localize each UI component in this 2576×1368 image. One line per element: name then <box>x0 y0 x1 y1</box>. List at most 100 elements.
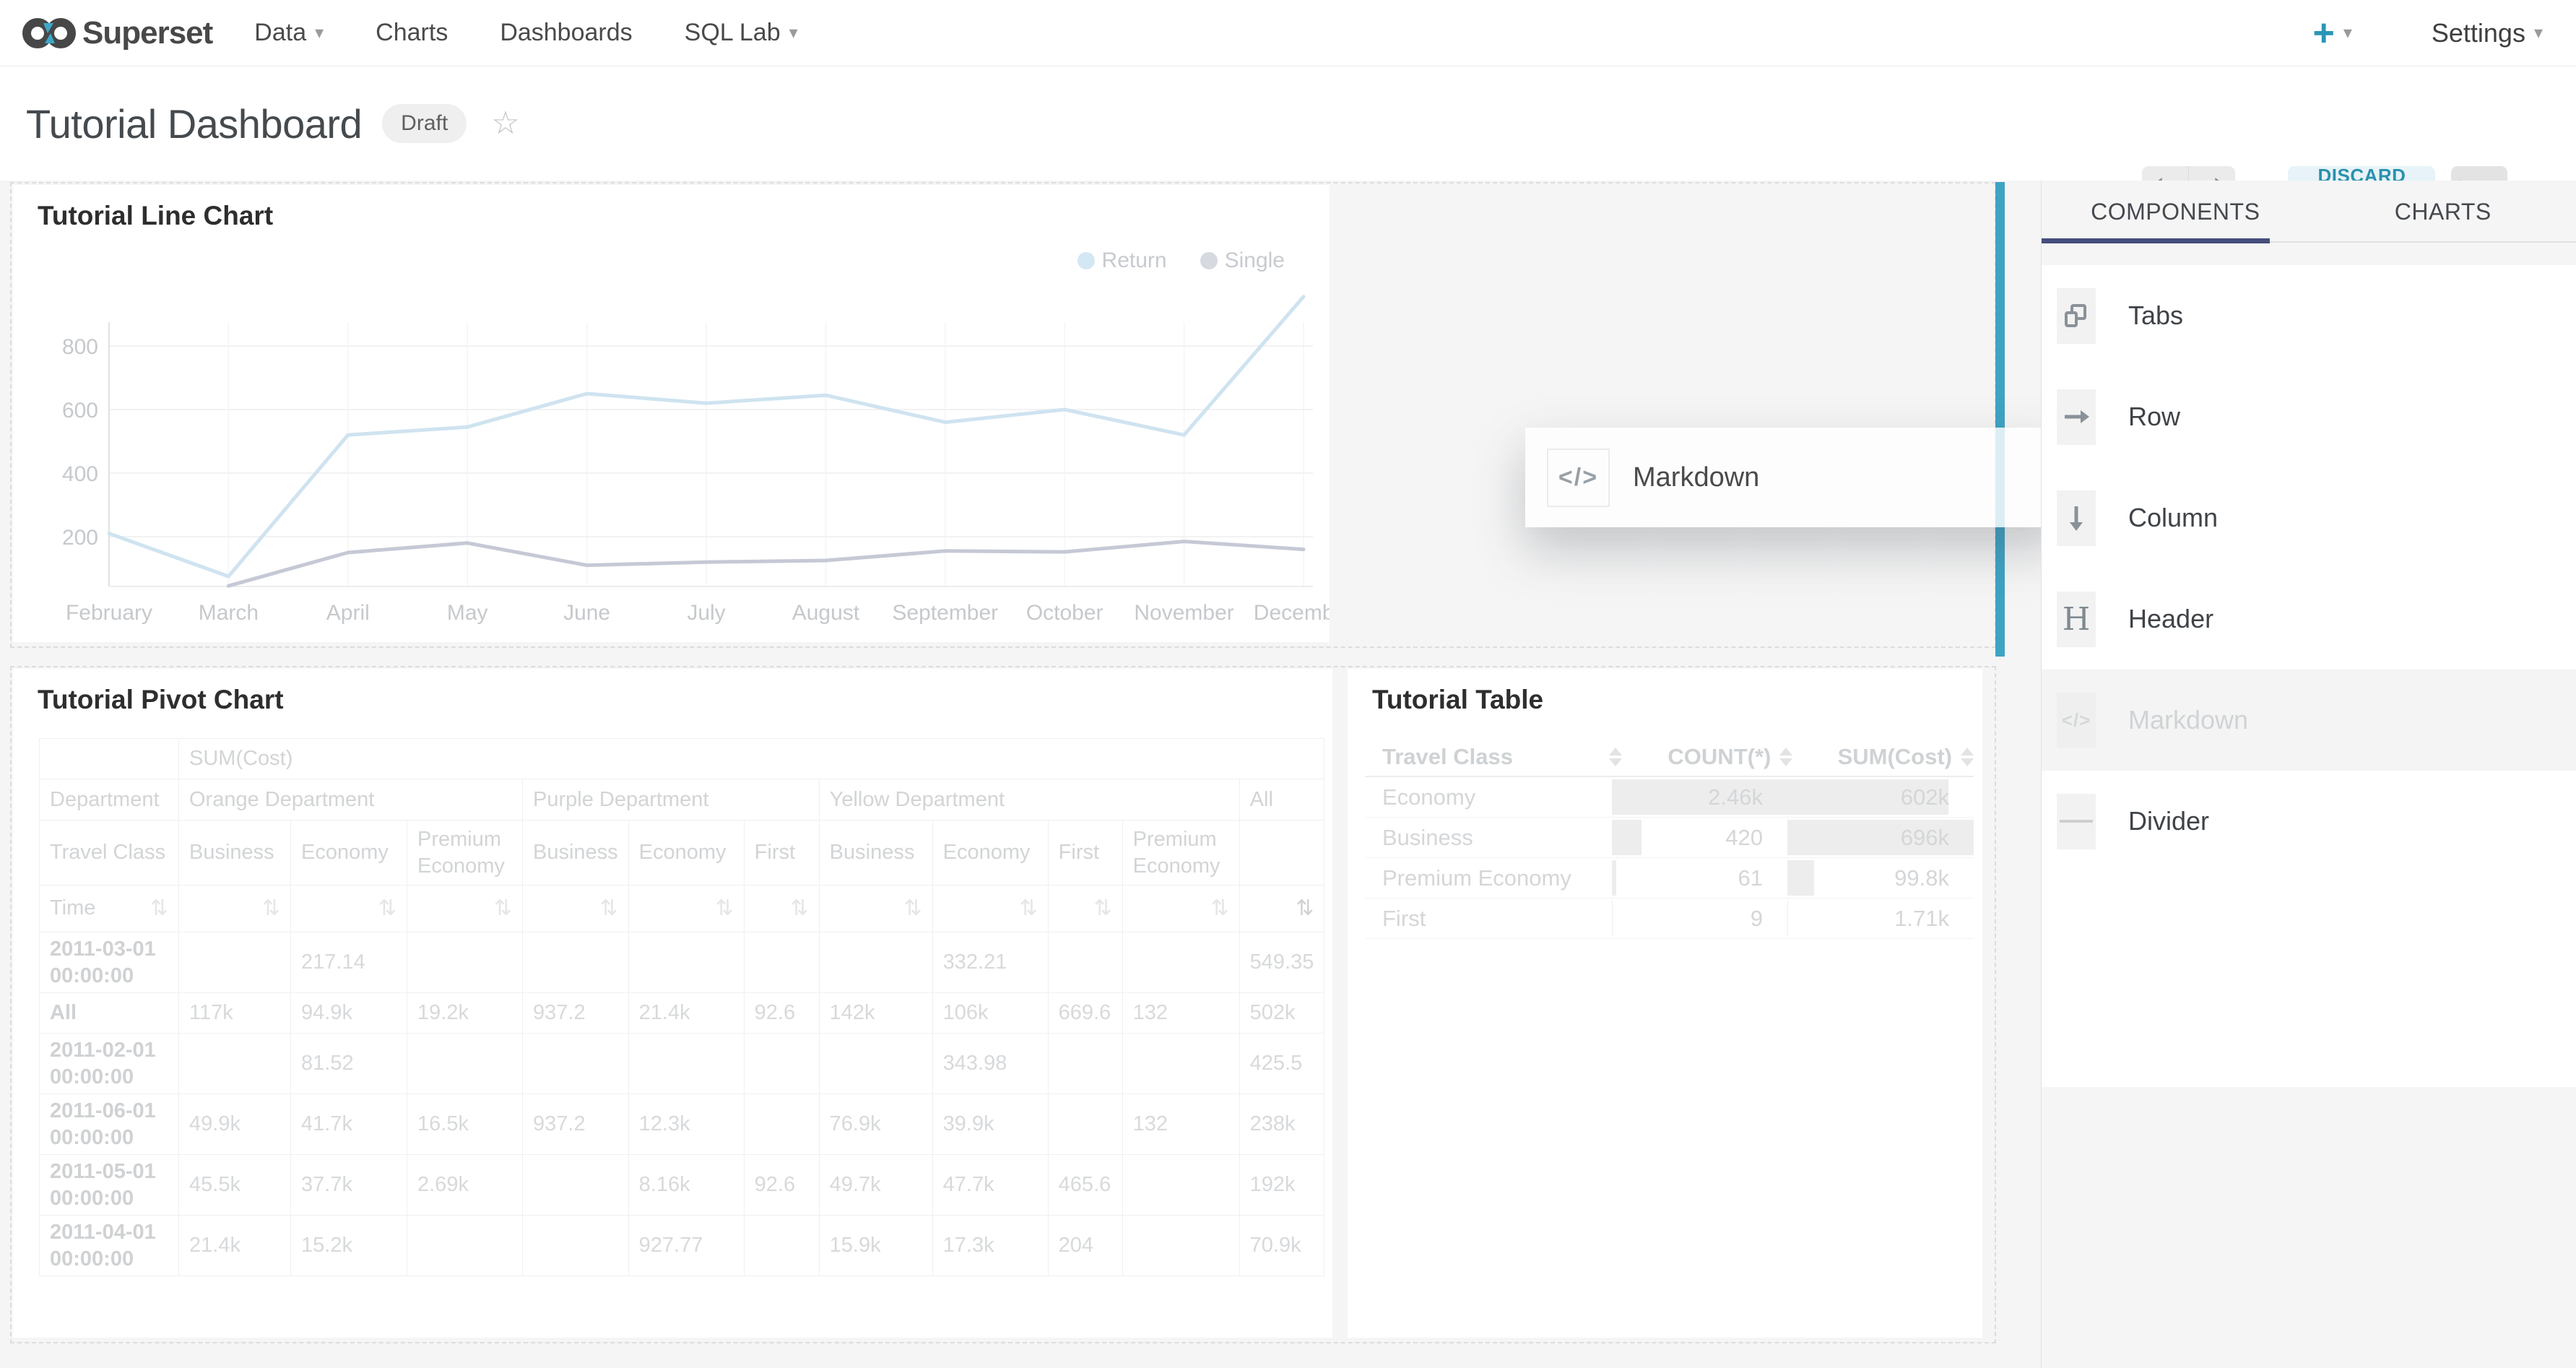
pivot-corner-label: Department <box>40 779 179 821</box>
sort-icon <box>1609 748 1622 766</box>
superset-logo[interactable]: Superset <box>22 14 212 52</box>
pivot-sort-cell[interactable]: ⇅ <box>932 886 1048 932</box>
pivot-travel-col: Economy <box>932 821 1048 886</box>
nav-item-label: SQL Lab <box>685 19 781 47</box>
pivot-sort-cell[interactable]: ⇅ <box>407 886 523 932</box>
pivot-value-cell: 502k <box>1239 993 1324 1034</box>
pivot-row: 2011-06-01 00:00:0049.9k41.7k16.5k937.21… <box>40 1094 1324 1155</box>
pivot-sort-cell[interactable]: ⇅ <box>523 886 629 932</box>
sort-icon[interactable]: ⇅ <box>791 895 809 922</box>
sort-icon[interactable]: ⇅ <box>262 895 280 922</box>
pivot-value-cell: 117k <box>179 993 291 1034</box>
cell-count: 61 <box>1612 858 1763 898</box>
dashboard-header: Tutorial Dashboard Draft ☆ DISCARD CHANG… <box>0 66 2576 181</box>
nav-item-data[interactable]: Data▾ <box>254 19 324 47</box>
column-header-sum-cost-[interactable]: SUM(Cost) <box>1792 744 1974 770</box>
cell-travel-class: Business <box>1365 818 1612 857</box>
pivot-sort-cell[interactable]: ⇅ <box>744 886 819 932</box>
pivot-value-cell <box>523 1155 629 1216</box>
pivot-sort-cell[interactable]: ⇅ <box>1122 886 1239 932</box>
table-chart-panel[interactable]: Tutorial Table Travel ClassCOUNT(*)SUM(C… <box>1348 669 1982 1338</box>
svg-text:June: June <box>563 601 610 625</box>
sort-icon[interactable]: ⇅ <box>600 895 618 922</box>
column-header-travel-class[interactable]: Travel Class <box>1365 744 1622 770</box>
column-header-label: Travel Class <box>1382 744 1513 770</box>
markdown-drag-ghost[interactable]: </> Markdown <box>1525 428 2063 527</box>
pivot-travel-col: Economy <box>628 821 744 886</box>
table-row[interactable]: Premium Economy6199.8k <box>1365 858 1974 899</box>
sort-icon[interactable]: ⇅ <box>378 895 396 922</box>
active-tab-underline <box>2042 238 2270 243</box>
pivot-sort-cell[interactable]: ⇅ <box>628 886 744 932</box>
pivot-sort-cell[interactable]: ⇅ <box>179 886 291 932</box>
line-chart-panel[interactable]: Tutorial Line Chart ReturnSingle 2004006… <box>13 185 1330 642</box>
pivot-sort-cell[interactable]: ⇅ <box>1048 886 1122 932</box>
svg-text:400: 400 <box>62 462 98 486</box>
legend-item-single[interactable]: Single <box>1200 248 1285 273</box>
sidebar-item-header[interactable]: HHeader <box>2042 568 2576 670</box>
tab-charts[interactable]: CHARTS <box>2310 181 2576 243</box>
sidebar-item-row[interactable]: Row <box>2042 366 2576 467</box>
chevron-down-icon: ▾ <box>315 22 324 43</box>
pivot-sort-cell[interactable]: ⇅ <box>1239 886 1324 932</box>
pivot-row-label: 2011-03-01 00:00:00 <box>40 932 179 993</box>
favorite-star-icon[interactable]: ☆ <box>491 108 519 139</box>
nav-item-charts[interactable]: Charts <box>376 19 448 47</box>
pivot-value-cell: 465.6 <box>1048 1155 1122 1216</box>
column-header-count-[interactable]: COUNT(*) <box>1622 744 1792 770</box>
pivot-value-cell: 669.6 <box>1048 993 1122 1034</box>
sort-icon <box>1961 748 1974 766</box>
sort-icon[interactable]: ⇅ <box>1296 895 1314 922</box>
sidebar-item-column[interactable]: Column <box>2042 467 2576 568</box>
pivot-chart-panel[interactable]: Tutorial Pivot Chart SUM(Cost)Department… <box>13 669 1332 1338</box>
pivot-value-cell <box>1122 1034 1239 1094</box>
tab-components[interactable]: COMPONENTS <box>2042 181 2310 243</box>
pivot-sort-cell[interactable]: ⇅ <box>819 886 932 932</box>
pivot-dept-group: Purple Department <box>523 779 820 821</box>
table-row[interactable]: First91.71k <box>1365 899 1974 939</box>
nav-item-sql-lab[interactable]: SQL Lab▾ <box>685 19 798 47</box>
pivot-value-cell: 332.21 <box>932 932 1048 993</box>
sidebar-item-label: Row <box>2128 402 2180 432</box>
sort-icon[interactable]: ⇅ <box>150 895 168 922</box>
chart-legend: Return Single <box>1044 248 1285 273</box>
nav-item-dashboards[interactable]: Dashboards <box>500 19 632 47</box>
sort-icon[interactable]: ⇅ <box>494 895 512 922</box>
pivot-value-cell: 927.77 <box>628 1216 744 1276</box>
sidebar-item-markdown[interactable]: </>Markdown <box>2042 670 2576 771</box>
superset-infinity-icon <box>22 14 77 52</box>
new-item-button[interactable]: + ▾ <box>2312 14 2351 52</box>
pivot-value-cell: 17.3k <box>932 1216 1048 1276</box>
cell-travel-class: Economy <box>1365 777 1612 817</box>
pivot-value-cell <box>1122 1216 1239 1276</box>
sidebar-item-tabs[interactable]: Tabs <box>2042 265 2576 366</box>
pivot-value-cell: 425.5 <box>1239 1034 1324 1094</box>
pivot-travel-col: First <box>744 821 819 886</box>
sidebar-item-label: Divider <box>2128 806 2209 836</box>
cell-travel-class: Premium Economy <box>1365 858 1612 898</box>
sort-icon[interactable]: ⇅ <box>1094 895 1112 922</box>
line-chart: 200400600800FebruaryMarchAprilMayJuneJul… <box>13 279 1330 640</box>
svg-text:800: 800 <box>62 335 98 359</box>
settings-menu[interactable]: Settings ▾ <box>2432 18 2543 48</box>
header-h-glyph: H <box>2063 601 2090 638</box>
table-row[interactable]: Economy2.46k602k <box>1365 777 1974 818</box>
sidebar-item-divider[interactable]: Divider <box>2042 771 2576 872</box>
nav-item-label: Dashboards <box>500 19 632 47</box>
pivot-sort-cell[interactable]: ⇅ <box>291 886 407 932</box>
sort-icon[interactable]: ⇅ <box>1211 895 1229 922</box>
pivot-value-cell: 142k <box>819 993 932 1034</box>
pivot-time-header[interactable]: Time⇅ <box>40 886 179 932</box>
svg-text:March: March <box>199 601 259 625</box>
pivot-value-cell: 549.35 <box>1239 932 1324 993</box>
sort-icon[interactable]: ⇅ <box>904 895 922 922</box>
pivot-travel-col: Business <box>819 821 932 886</box>
pivot-value-cell: 2.69k <box>407 1155 523 1216</box>
svg-text:August: August <box>792 601 860 625</box>
pivot-value-cell <box>628 1034 744 1094</box>
sort-icon[interactable]: ⇅ <box>716 895 734 922</box>
pivot-value-cell: 45.5k <box>179 1155 291 1216</box>
legend-item-return[interactable]: Return <box>1077 248 1167 273</box>
table-row[interactable]: Business420696k <box>1365 818 1974 858</box>
sort-icon[interactable]: ⇅ <box>1020 895 1038 922</box>
